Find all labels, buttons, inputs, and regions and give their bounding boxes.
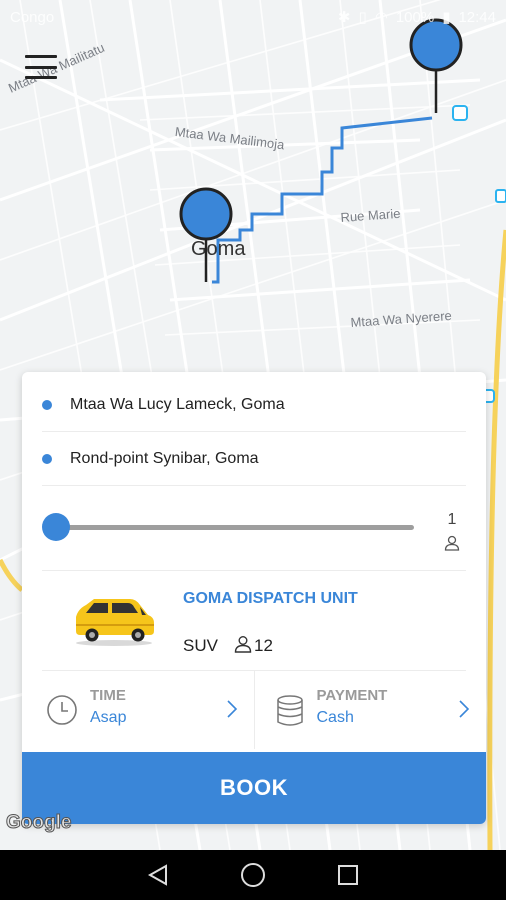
booking-card: Mtaa Wa Lucy Lameck, Goma Rond-point Syn… bbox=[22, 372, 486, 824]
dropoff-address-row[interactable]: Rond-point Synibar, Goma bbox=[42, 432, 466, 486]
battery-level: 100% bbox=[395, 8, 435, 26]
clock-icon bbox=[47, 695, 77, 725]
vibrate-icon: ▯ bbox=[358, 9, 367, 26]
payment-label: PAYMENT bbox=[316, 687, 388, 704]
battery-icon: ▮ bbox=[442, 9, 451, 26]
seats-icon bbox=[234, 636, 252, 653]
passenger-slider-track[interactable] bbox=[58, 525, 414, 530]
dropoff-address: Rond-point Synibar, Goma bbox=[70, 449, 259, 467]
google-logo: Google bbox=[5, 812, 72, 834]
payment-option[interactable]: PAYMENT Cash bbox=[253, 671, 487, 749]
chevron-right-icon bbox=[226, 700, 237, 718]
back-icon[interactable] bbox=[143, 860, 173, 890]
passenger-slider-row: 1 bbox=[42, 487, 466, 571]
menu-icon[interactable] bbox=[22, 52, 60, 82]
seat-count: 12 bbox=[254, 636, 273, 655]
passenger-count: 1 bbox=[447, 511, 457, 528]
wifi-icon: ◠ bbox=[374, 9, 388, 26]
bluetooth-icon: ✱ bbox=[337, 9, 351, 26]
payment-value: Cash bbox=[316, 709, 354, 726]
options-row: TIME Asap PAYMENT Cash bbox=[22, 671, 486, 749]
vehicle-name: GOMA DISPATCH UNIT bbox=[183, 590, 358, 607]
pickup-address: Mtaa Wa Lucy Lameck, Goma bbox=[70, 395, 285, 413]
book-button[interactable]: BOOK bbox=[22, 752, 486, 824]
clock: 12:44 bbox=[458, 8, 496, 26]
status-bar: Congo ✱ ▯ ◠ 100% ▮ 12:44 bbox=[0, 0, 506, 34]
home-icon[interactable] bbox=[238, 860, 268, 890]
dropoff-dot-icon bbox=[42, 453, 52, 464]
chevron-right-icon bbox=[459, 700, 470, 718]
vehicle-type: SUV bbox=[183, 636, 218, 655]
android-nav-bar bbox=[0, 850, 506, 900]
car-icon bbox=[76, 599, 154, 646]
pickup-pin-icon[interactable] bbox=[178, 186, 234, 286]
carrier-name: Congo bbox=[10, 8, 55, 26]
pickup-address-row[interactable]: Mtaa Wa Lucy Lameck, Goma bbox=[42, 378, 466, 432]
passenger-slider-thumb[interactable] bbox=[42, 513, 70, 541]
recents-icon[interactable] bbox=[333, 860, 363, 890]
coins-icon bbox=[276, 695, 303, 726]
pickup-dot-icon bbox=[42, 399, 52, 410]
time-label: TIME bbox=[90, 687, 126, 704]
time-value: Asap bbox=[90, 709, 127, 726]
time-option[interactable]: TIME Asap bbox=[22, 671, 254, 749]
person-icon bbox=[444, 535, 460, 551]
vehicle-row[interactable]: GOMA DISPATCH UNIT SUV 12 bbox=[42, 571, 466, 671]
